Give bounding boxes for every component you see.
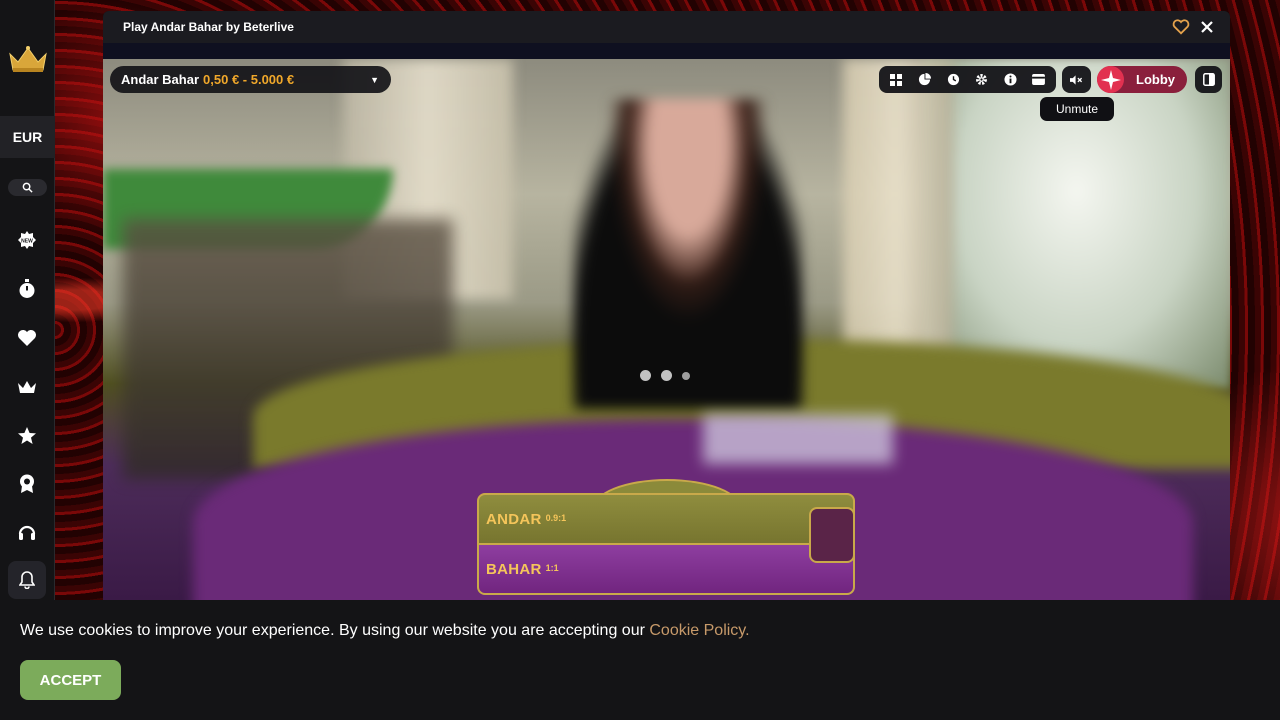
andar-odds: 0.9:1 [545,512,567,523]
close-icon[interactable] [1198,18,1216,36]
lobby-label: Lobby [1136,72,1175,87]
new-icon[interactable]: NEW [14,227,40,253]
mute-toggle[interactable] [1062,66,1091,93]
svg-text:NEW: NEW [21,239,33,245]
favorite-heart-icon[interactable] [1172,18,1190,36]
scene-dealer [573,99,803,409]
bahar-label: BAHAR [486,560,542,578]
cookie-banner: We use cookies to improve your experienc… [0,600,1280,720]
caret-down-icon: ▼ [370,75,379,85]
game-window: Play Andar Bahar by Beterlive Andar Baha… [103,11,1230,600]
bell-icon [19,571,35,589]
game-toolbar [879,66,1056,93]
andar-label: ANDAR [486,510,542,528]
settings-icon[interactable] [971,69,993,91]
stopwatch-icon[interactable] [14,276,40,302]
sidebar: EUR NEW [0,0,55,600]
scene-curtain [843,59,953,359]
notifications-button[interactable] [8,561,46,599]
bahar-bet-spot[interactable]: BAHAR 1:1 [477,545,855,595]
cookie-text: We use cookies to improve your experienc… [20,622,650,639]
sparkle-icon [1097,66,1124,93]
betting-panel: ANDAR 0.9:1 BAHAR 1:1 [477,477,855,600]
grid-icon[interactable] [885,69,907,91]
loading-dot [640,370,651,381]
table-limits-dropdown[interactable]: Andar Bahar 0,50 € - 5.000 € ▼ [110,66,391,93]
lobby-button[interactable]: Lobby [1097,66,1187,93]
wallet-icon[interactable] [1028,69,1050,91]
loading-dot [682,371,690,380]
speaker-muted-icon [1070,74,1083,85]
loading-dot [661,370,672,381]
loading-indicator [640,370,690,381]
heart-icon[interactable] [14,325,40,351]
currency-selector[interactable]: EUR [0,116,55,158]
joker-card-slot [809,507,855,563]
history-icon[interactable] [942,69,964,91]
headset-icon[interactable] [14,520,40,546]
crown-logo-icon[interactable] [8,44,48,74]
cookie-policy-link[interactable]: Cookie Policy. [649,622,749,639]
crown-icon[interactable] [14,374,40,400]
bet-limits: 0,50 € - 5.000 € [203,72,295,87]
window-subbar [103,43,1230,59]
info-icon[interactable] [999,69,1021,91]
stats-icon[interactable] [914,69,936,91]
search-button[interactable] [8,179,47,196]
unmute-tooltip: Unmute [1040,97,1114,121]
star-icon[interactable] [14,423,40,449]
window-header: Play Andar Bahar by Beterlive [103,11,1230,43]
award-icon[interactable] [14,471,40,497]
scene-cards [703,414,893,464]
window-title: Play Andar Bahar by Beterlive [123,20,294,34]
bahar-odds: 1:1 [545,562,559,573]
game-name: Andar Bahar [121,72,200,87]
live-video-stream[interactable]: Andar Bahar 0,50 € - 5.000 € ▼ Lobby Unm… [103,59,1230,600]
cookie-message: We use cookies to improve your experienc… [20,622,750,640]
andar-bet-spot[interactable]: ANDAR 0.9:1 [477,493,855,545]
accept-cookies-button[interactable]: ACCEPT [20,660,121,700]
search-icon [22,182,33,193]
side-panel-toggle[interactable] [1195,66,1222,93]
panel-icon [1202,73,1215,86]
